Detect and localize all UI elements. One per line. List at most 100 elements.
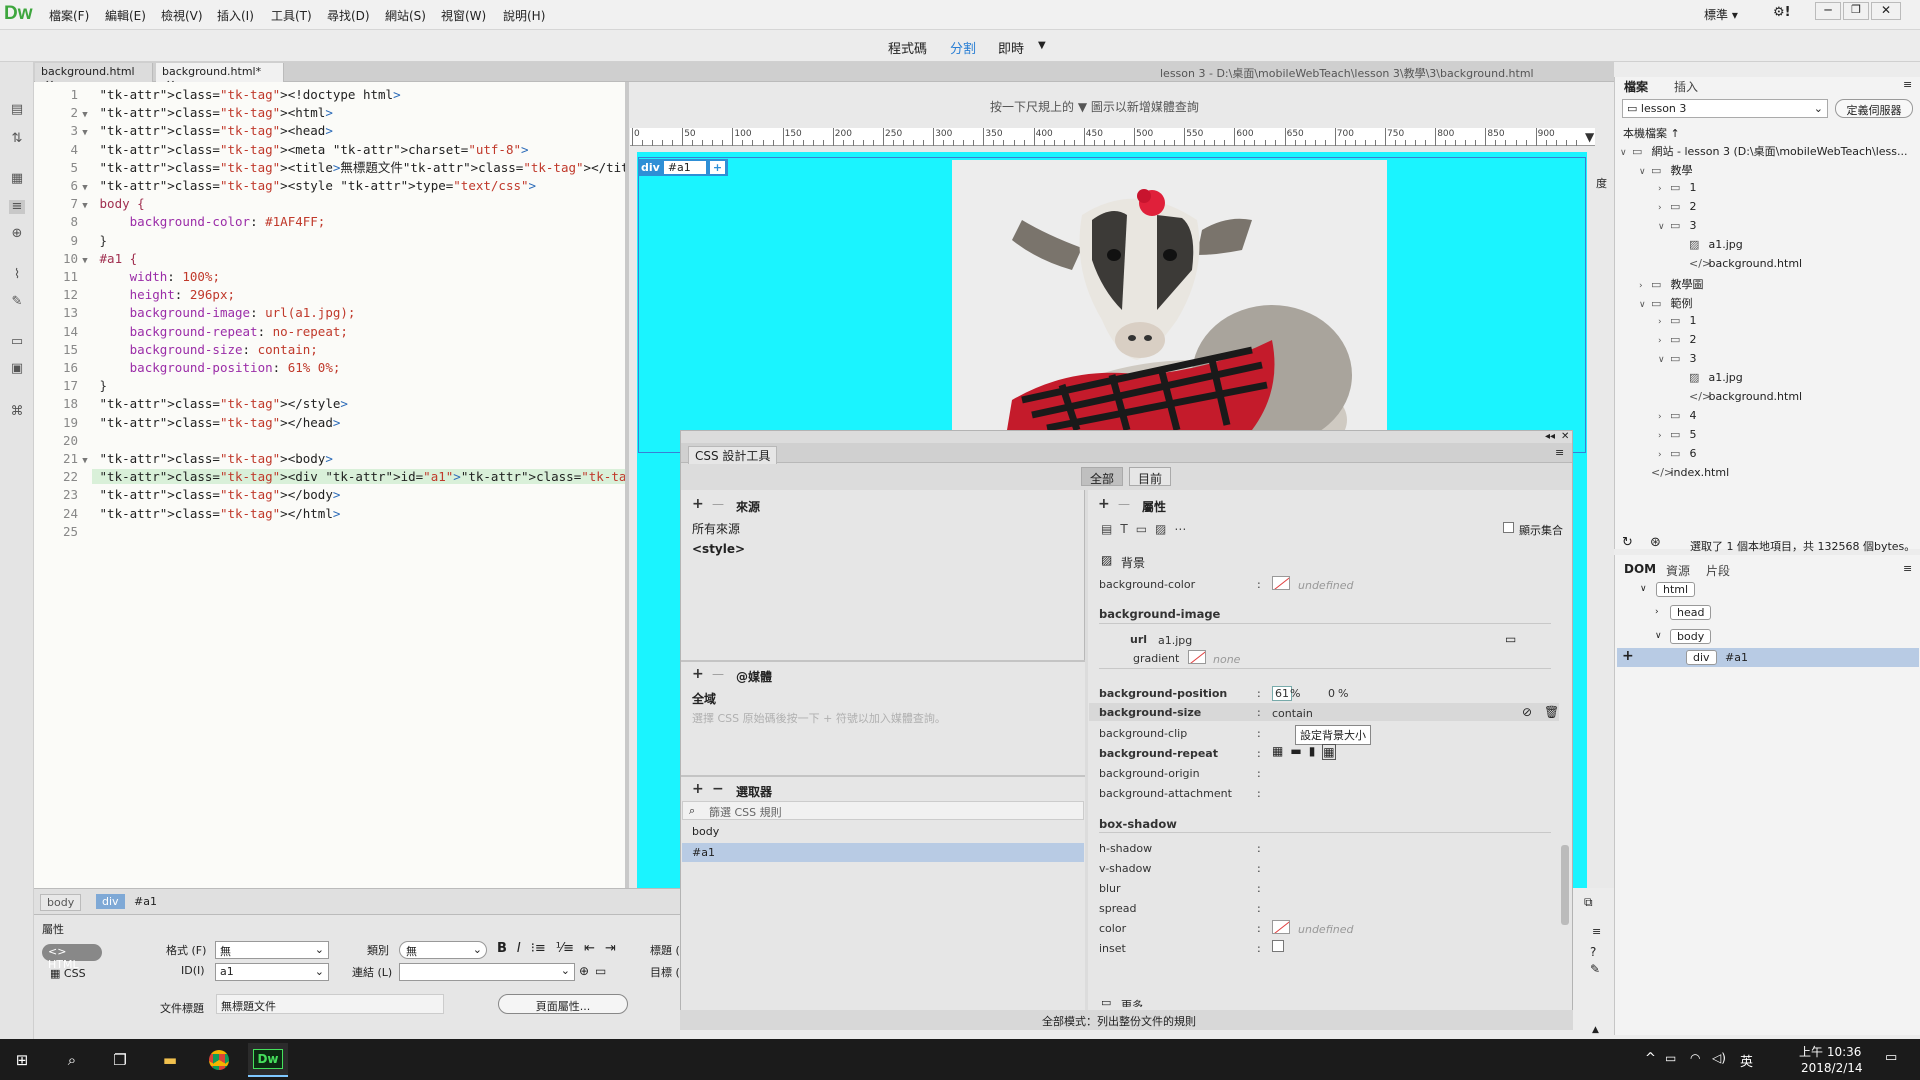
code-line[interactable]: 16 background-position: 61% 0%;: [34, 359, 340, 377]
clock-date[interactable]: 2018/2/14: [1801, 1061, 1863, 1075]
chevron-right-icon[interactable]: ›: [1658, 450, 1670, 460]
code-line[interactable]: 3 ▼ "tk-attr">class="tk-tag"><head>: [34, 122, 332, 140]
chevron-right-icon[interactable]: ›: [1658, 203, 1670, 213]
dom-node-body[interactable]: body: [1670, 629, 1712, 644]
tray-chevron-icon[interactable]: ^: [1645, 1051, 1656, 1066]
source-style[interactable]: <style>: [692, 542, 745, 556]
remove-selector-button[interactable]: −: [712, 781, 724, 797]
help-icon[interactable]: ?: [1590, 945, 1596, 959]
code-view-button[interactable]: 程式碼: [888, 38, 927, 57]
code-line[interactable]: 20: [34, 432, 100, 450]
page-properties-button[interactable]: 頁面屬性...: [498, 994, 628, 1014]
file-tree-item[interactable]: </> background.html: [1677, 390, 1802, 407]
bg-size-value[interactable]: contain: [1272, 707, 1313, 720]
tag-div[interactable]: div: [96, 894, 125, 909]
code-line[interactable]: 24 "tk-attr">class="tk-tag"></html>: [34, 505, 340, 523]
wifi-icon[interactable]: ◠: [1690, 1051, 1700, 1065]
ruler[interactable]: 0 50 100 150 200 250 300 350 400 450 500 550 600 650 7…: [630, 128, 1595, 146]
tab-background-html[interactable]: background.html ✕: [35, 63, 153, 91]
chevron-right-icon[interactable]: ›: [1658, 336, 1670, 346]
file-tree-item[interactable]: › ▭ 2: [1658, 333, 1697, 350]
file-tree-item[interactable]: ▨ a1.jpg: [1677, 371, 1743, 388]
ruler-marker-icon[interactable]: ▼: [1585, 130, 1594, 144]
trash-icon[interactable]: 🗑: [1544, 705, 1559, 719]
file-tree-item[interactable]: ▨ a1.jpg: [1677, 238, 1743, 255]
tag-body[interactable]: body: [40, 894, 82, 911]
dom-node-head[interactable]: head: [1670, 605, 1712, 620]
mode-all-button[interactable]: 全部: [1081, 467, 1124, 486]
windows-start-icon[interactable]: ⊞: [2, 1043, 42, 1077]
ime-indicator[interactable]: 英: [1740, 1051, 1753, 1070]
background-icon[interactable]: ▨: [1155, 522, 1166, 536]
more-label[interactable]: 更多: [1121, 997, 1143, 1007]
dom-node-html[interactable]: html: [1656, 582, 1696, 597]
layout-icon[interactable]: ▤: [1101, 522, 1112, 536]
chevron-right-icon[interactable]: ›: [1658, 184, 1670, 194]
chevron-down-icon[interactable]: ∨: [1658, 222, 1670, 232]
file-tree-item[interactable]: › ▭ 5: [1658, 428, 1697, 445]
bg-position-x[interactable]: 61: [1272, 686, 1292, 701]
tab-dom[interactable]: DOM: [1624, 562, 1656, 576]
doc-title-input[interactable]: 無標題文件: [216, 994, 444, 1014]
code-line[interactable]: 4 "tk-attr">class="tk-tag"><meta "tk-att…: [34, 141, 528, 159]
selector-a1-row[interactable]: [682, 843, 1084, 862]
battery-icon[interactable]: ▭: [1665, 1051, 1676, 1065]
workspace-switcher[interactable]: 標準 ▾: [1704, 6, 1738, 23]
tab-background-html-modified[interactable]: background.html* ✕: [156, 63, 284, 91]
menu-tools[interactable]: 工具(T): [271, 7, 312, 24]
html-mode-button[interactable]: <> HTML: [42, 944, 102, 971]
file-tree-item[interactable]: </> index.html: [1639, 466, 1729, 483]
remove-source-button[interactable]: —: [712, 497, 724, 511]
code-line[interactable]: 5 "tk-attr">class="tk-tag"><title>無標題文件"…: [34, 159, 651, 177]
tab-snippets[interactable]: 片段: [1706, 562, 1730, 579]
bg-position-y-unit[interactable]: %: [1338, 687, 1348, 700]
selector-filter-input[interactable]: ⌕ 篩選 CSS 規則: [682, 801, 1084, 820]
inspect-icon[interactable]: ▦: [9, 172, 25, 186]
menu-window[interactable]: 視窗(W): [441, 7, 486, 24]
menu-edit[interactable]: 編輯(E): [105, 7, 146, 24]
add-selector-button[interactable]: +: [692, 781, 704, 797]
dom-node-div[interactable]: div: [1686, 650, 1717, 665]
dom-selected-row[interactable]: [1617, 648, 1919, 667]
selector-a1[interactable]: #a1: [692, 846, 715, 859]
italic-icon[interactable]: I: [517, 941, 521, 956]
element-id-field[interactable]: #a1: [663, 161, 706, 174]
add-media-button[interactable]: +: [692, 666, 704, 682]
close-icon[interactable]: ✕: [1561, 431, 1569, 442]
target-icon[interactable]: ⊕: [9, 227, 25, 241]
add-property-button[interactable]: +: [1098, 496, 1110, 512]
point-to-file-icon[interactable]: ⊕: [579, 964, 589, 978]
unordered-list-icon[interactable]: ⁝≡: [531, 941, 546, 956]
bg-position-y[interactable]: 0: [1328, 687, 1335, 700]
search-icon[interactable]: ⌕: [52, 1043, 92, 1077]
chevron-down-icon[interactable]: ∨: [1640, 584, 1647, 594]
source-all[interactable]: 所有來源: [692, 520, 740, 537]
file-tree-item[interactable]: › ▭ 1: [1658, 314, 1697, 331]
properties-scrollbar[interactable]: [1561, 845, 1569, 925]
chevron-down-icon[interactable]: ▼: [1038, 40, 1046, 51]
restore-button[interactable]: ❐: [1843, 2, 1869, 20]
chevron-down-icon[interactable]: ∨: [1639, 300, 1651, 310]
chevron-right-icon[interactable]: ›: [1639, 281, 1651, 291]
chevron-down-icon[interactable]: ∨: [1639, 167, 1651, 177]
connect-icon[interactable]: ⊛: [1650, 535, 1661, 550]
task-view-icon[interactable]: ❐: [100, 1043, 140, 1077]
code-line[interactable]: 13 background-image: url(a1.jpg);: [34, 304, 356, 322]
live-view-button[interactable]: 即時: [998, 38, 1024, 57]
chrome-icon[interactable]: [199, 1043, 239, 1077]
mode-current-button[interactable]: 目前: [1129, 467, 1172, 486]
code-line[interactable]: 1 "tk-attr">class="tk-tag"><!doctype htm…: [34, 86, 400, 104]
shadow-color-swatch[interactable]: [1272, 920, 1290, 934]
code-line[interactable]: 14 background-repeat: no-repeat;: [34, 323, 348, 341]
code-line[interactable]: 25: [34, 523, 100, 541]
bg-position-x-unit[interactable]: %: [1290, 687, 1300, 700]
chevron-down-icon[interactable]: ∨: [1655, 631, 1662, 641]
code-line[interactable]: 10 ▼ #a1 {: [34, 250, 137, 268]
file-tree-item[interactable]: › ▭ 4: [1658, 409, 1697, 426]
close-button[interactable]: ✕: [1871, 2, 1901, 20]
code-line[interactable]: 8 background-color: #1AF4FF;: [34, 213, 325, 231]
gradient-value[interactable]: none: [1213, 653, 1240, 666]
text-icon[interactable]: T: [1120, 522, 1127, 536]
format-icon[interactable]: ≡: [9, 200, 25, 214]
more-icon[interactable]: ⋯: [1174, 522, 1186, 536]
